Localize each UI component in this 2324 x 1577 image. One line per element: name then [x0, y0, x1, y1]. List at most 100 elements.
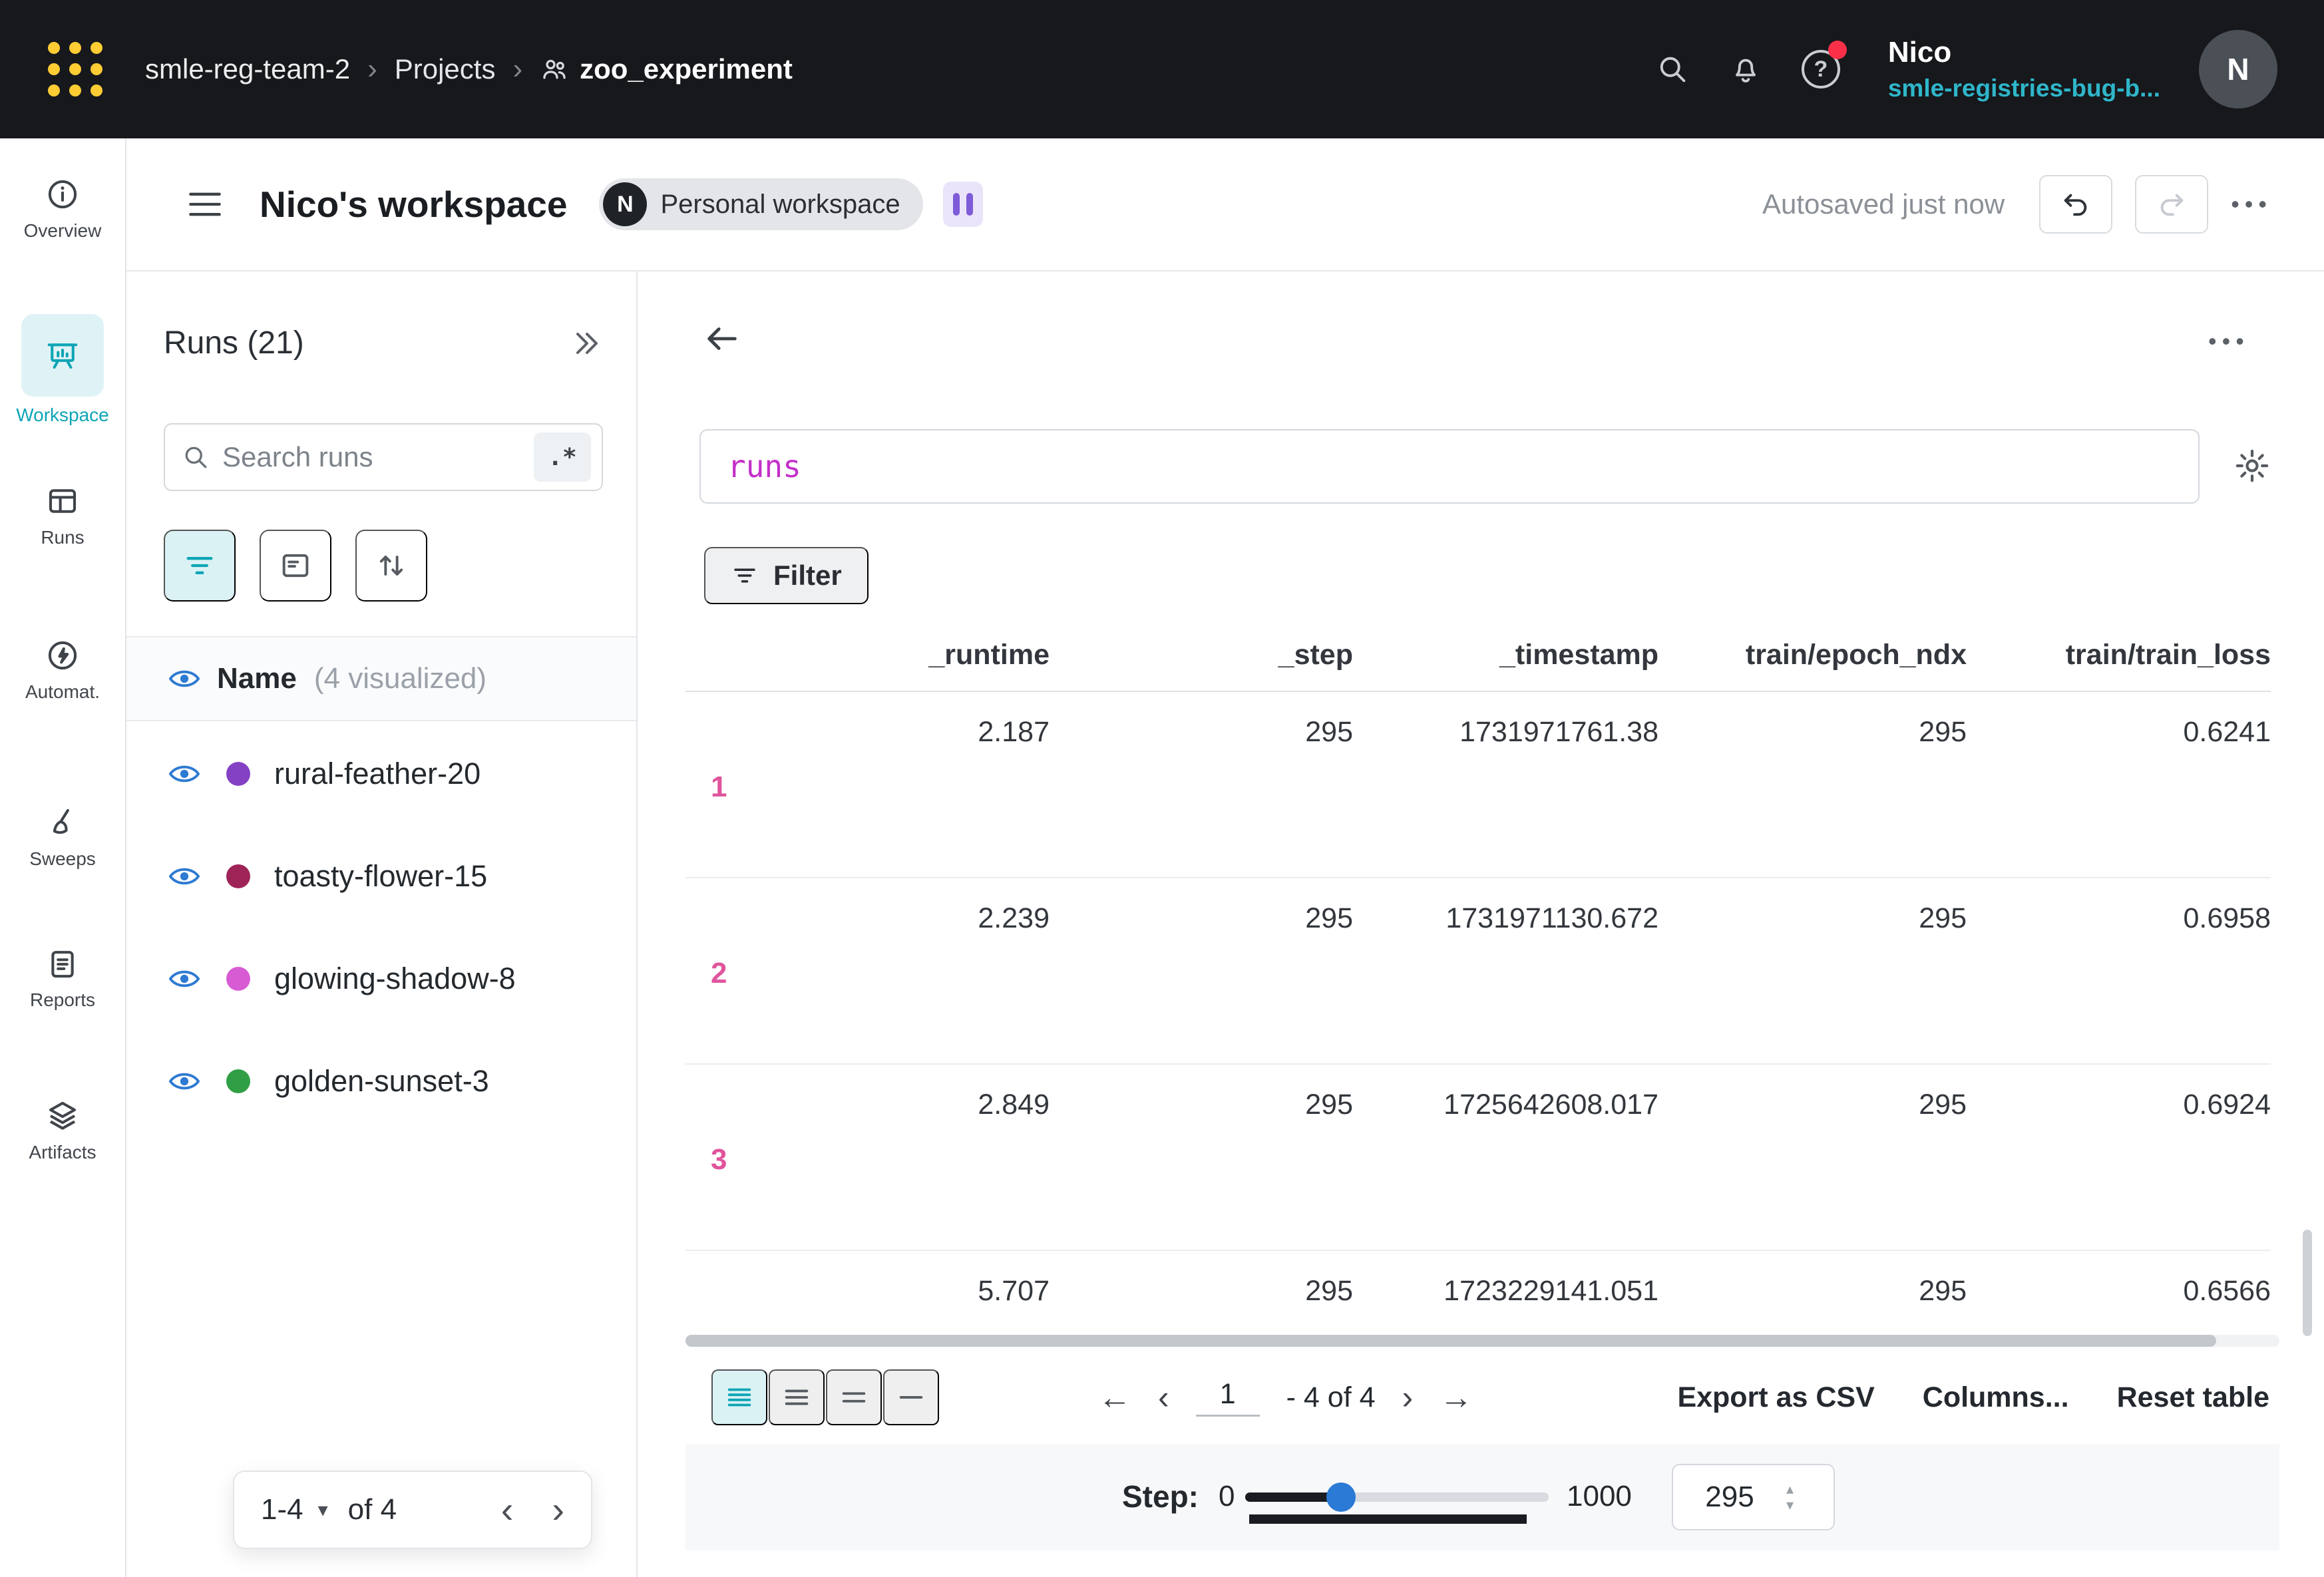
redo-button[interactable]	[2135, 175, 2208, 234]
step-value-box[interactable]: ▴ ▾	[1672, 1464, 1835, 1530]
eye-icon[interactable]	[169, 763, 200, 785]
slider-handle[interactable]	[1326, 1483, 1356, 1512]
avatar[interactable]: N	[2199, 30, 2277, 108]
run-name[interactable]: toasty-flower-15	[274, 859, 487, 894]
table-row[interactable]: 4 5.707 295 1723229141.051 295 0.6566	[685, 1251, 2271, 1329]
breadcrumb-team[interactable]: smle-reg-team-2	[145, 53, 350, 85]
eye-icon[interactable]	[169, 668, 200, 689]
table-footer: ← ‹ - 4 of 4 › → Export as CSV Columns..…	[685, 1364, 2279, 1431]
pager-next-icon[interactable]: ›	[552, 1491, 564, 1528]
run-list-item[interactable]: rural-feather-20	[126, 723, 636, 825]
export-csv-button[interactable]: Export as CSV	[1677, 1381, 1874, 1414]
bell-icon[interactable]	[1728, 52, 1763, 87]
back-arrow-icon[interactable]	[703, 319, 741, 358]
sidebar-item-automations[interactable]: Automat.	[0, 637, 125, 703]
sort-toggle[interactable]	[355, 530, 427, 602]
search-icon[interactable]	[1655, 52, 1690, 87]
breadcrumb-project[interactable]: zoo_experiment	[540, 53, 793, 85]
run-color-dot	[226, 967, 250, 991]
run-name[interactable]: rural-feather-20	[274, 757, 481, 791]
run-list-item[interactable]: toasty-flower-15	[126, 825, 636, 928]
table-cell: 0.6566	[1967, 1251, 2271, 1329]
runs-search[interactable]: .*	[164, 423, 603, 491]
query-input[interactable]	[727, 448, 2172, 484]
breadcrumb-projects[interactable]: Projects	[395, 53, 496, 85]
last-page-icon[interactable]: →	[1440, 1381, 1473, 1414]
table-row[interactable]: 3 2.849 295 1725642608.017 295 0.6924	[685, 1065, 2271, 1251]
workspace-header: Nico's workspace N Personal workspace Au…	[126, 138, 2324, 271]
row-index[interactable]: 2	[711, 957, 727, 990]
step-value-input[interactable]	[1673, 1481, 1786, 1514]
row-height-single-button[interactable]	[883, 1369, 939, 1425]
row-index[interactable]: 3	[711, 1143, 727, 1176]
panels-icon[interactable]	[943, 182, 983, 227]
panel-options-icon[interactable]: •••	[2208, 327, 2249, 355]
sidebar-item-artifacts[interactable]: Artifacts	[0, 1098, 125, 1163]
column-header[interactable]: train/train_loss	[1967, 639, 2271, 671]
filter-view-toggle[interactable]	[164, 530, 236, 602]
tall-rows-icon	[839, 1382, 869, 1413]
next-page-icon[interactable]: ›	[1402, 1381, 1414, 1414]
breadcrumb-separator-icon: ›	[512, 53, 522, 86]
sidebar-item-runs[interactable]: Runs	[0, 483, 125, 548]
query-box[interactable]	[699, 429, 2200, 504]
run-name[interactable]: glowing-shadow-8	[274, 962, 516, 996]
stepper-up-icon[interactable]: ▴	[1786, 1482, 1794, 1496]
help-button[interactable]: ?	[1802, 50, 1840, 88]
autosave-status: Autosaved just now	[1762, 188, 2005, 220]
gear-icon[interactable]	[2233, 447, 2271, 484]
sidebar-item-sweeps[interactable]: Sweeps	[0, 804, 125, 870]
run-list-item[interactable]: glowing-shadow-8	[126, 928, 636, 1030]
run-name[interactable]: golden-sunset-3	[274, 1064, 489, 1099]
eye-icon[interactable]	[169, 866, 200, 887]
run-list-item[interactable]: golden-sunset-3	[126, 1030, 636, 1133]
stepper-down-icon[interactable]: ▾	[1786, 1498, 1794, 1512]
prev-page-icon[interactable]: ‹	[1158, 1381, 1169, 1414]
wandb-logo-icon[interactable]	[48, 42, 102, 96]
column-header[interactable]: train/epoch_ndx	[1658, 639, 1967, 671]
scrollbar-thumb[interactable]	[685, 1335, 2216, 1347]
menu-icon[interactable]	[188, 190, 222, 219]
workspace-badge[interactable]: N Personal workspace	[599, 178, 922, 230]
search-runs-input[interactable]	[222, 441, 522, 473]
columns-button[interactable]: Columns...	[1923, 1381, 2069, 1414]
row-index[interactable]: 1	[711, 771, 727, 804]
filter-button[interactable]: Filter	[704, 547, 869, 604]
table-row[interactable]: 2 2.239 295 1731971130.672 295 0.6958	[685, 878, 2271, 1065]
collapse-panel-icon[interactable]	[570, 327, 602, 359]
runs-name-header[interactable]: Name (4 visualized)	[126, 637, 636, 721]
row-height-medium-button[interactable]	[769, 1369, 825, 1425]
redo-icon	[2156, 189, 2187, 220]
step-slider[interactable]	[1245, 1492, 1549, 1502]
header-options-icon[interactable]: •••	[2231, 190, 2272, 218]
row-height-dense-button[interactable]	[711, 1369, 767, 1425]
undo-button[interactable]	[2039, 175, 2112, 234]
eye-icon[interactable]	[169, 968, 200, 989]
sidebar-item-overview[interactable]: Overview	[0, 176, 125, 242]
regex-toggle[interactable]: .*	[534, 433, 591, 482]
caret-down-icon[interactable]: ▾	[318, 1498, 328, 1522]
column-header[interactable]: _runtime	[685, 639, 1050, 671]
reset-table-button[interactable]: Reset table	[2117, 1381, 2269, 1414]
table-cell: 1731971761.38	[1353, 692, 1658, 877]
step-min: 0	[1219, 1480, 1235, 1513]
sidebar-item-reports[interactable]: Reports	[0, 946, 125, 1011]
horizontal-scrollbar[interactable]	[685, 1335, 2279, 1347]
row-height-tall-button[interactable]	[826, 1369, 882, 1425]
eye-icon[interactable]	[169, 1071, 200, 1092]
user-block[interactable]: Nico smle-registries-bug-b...	[1888, 36, 2160, 102]
column-header[interactable]: _step	[1050, 639, 1353, 671]
sidebar-item-label: Runs	[41, 527, 84, 548]
card-view-toggle[interactable]	[260, 530, 331, 602]
page-number-input[interactable]	[1196, 1378, 1260, 1417]
column-header[interactable]: _timestamp	[1353, 639, 1658, 671]
pager-range[interactable]: 1-4	[261, 1493, 303, 1526]
first-page-icon[interactable]: ←	[1098, 1381, 1131, 1414]
sidebar-item-workspace[interactable]: Workspace	[0, 314, 125, 426]
card-view-icon	[278, 548, 313, 583]
filter-lines-icon	[182, 548, 217, 583]
pager-prev-icon[interactable]: ‹	[501, 1491, 514, 1528]
visualized-count: (4 visualized)	[314, 662, 486, 695]
vertical-scrollbar[interactable]	[2303, 1230, 2312, 1336]
table-row[interactable]: 1 2.187 295 1731971761.38 295 0.6241	[685, 692, 2271, 878]
